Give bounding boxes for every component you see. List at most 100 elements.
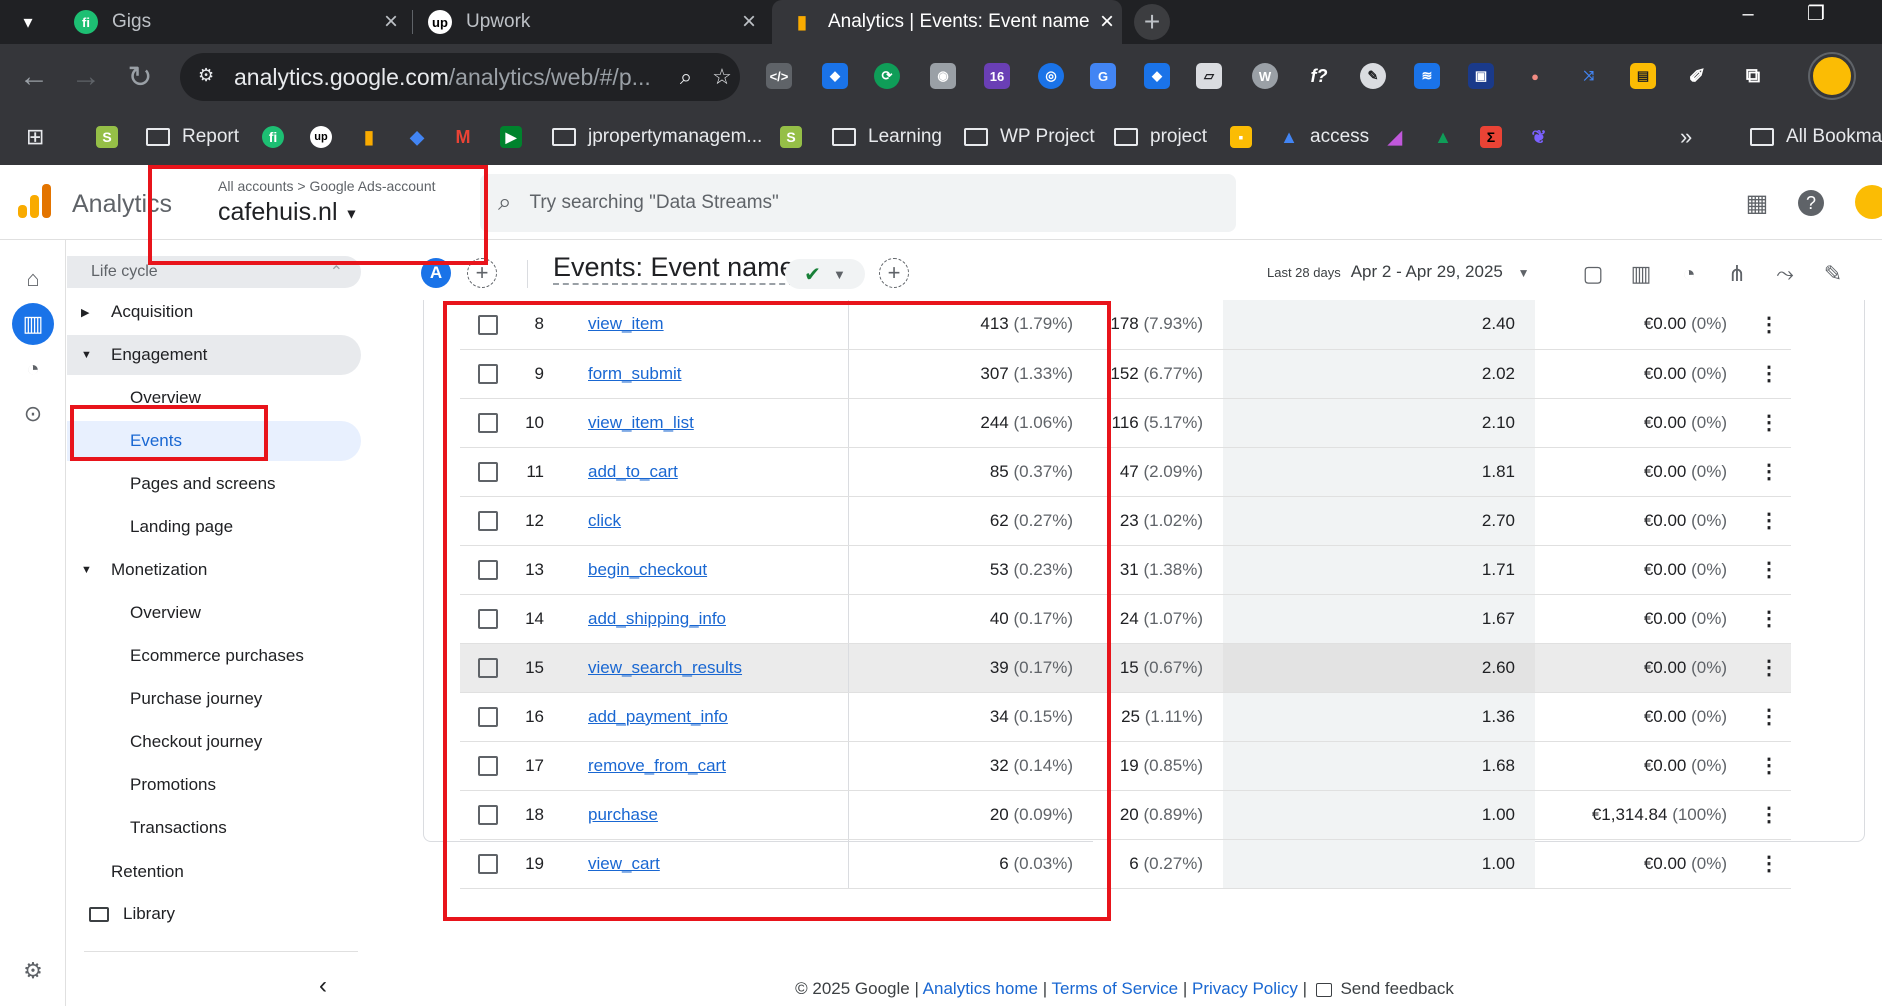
bookmark-tagmanager[interactable]: ◆ — [406, 122, 438, 152]
add-comparison-button[interactable]: + — [467, 258, 497, 288]
nav-item-engagement[interactable]: ▼ Engagement — [67, 335, 361, 375]
event-name-link[interactable]: click — [588, 511, 621, 530]
bookmark-sitekit[interactable]: Σ — [1480, 122, 1512, 152]
nav-item-checkout-journey[interactable]: Checkout journey — [67, 722, 361, 762]
extensions-puzzle-icon[interactable]: ⧉ — [1740, 63, 1766, 89]
event-name-link[interactable]: remove_from_cart — [588, 756, 726, 775]
bookmark-jproperty[interactable]: jpropertymanagem... — [552, 122, 762, 152]
nav-section-lifecycle[interactable]: Life cycle ⌃ — [67, 256, 361, 288]
event-name-link[interactable]: view_item — [588, 314, 664, 333]
nav-item-ecommerce[interactable]: Ecommerce purchases — [67, 636, 361, 676]
event-name-link[interactable]: view_cart — [588, 854, 660, 873]
extension-translate-icon[interactable]: G — [1090, 63, 1116, 89]
explore-icon[interactable]: ◔ — [12, 348, 54, 390]
row-menu-icon[interactable]: ⋮ — [1747, 300, 1791, 350]
nav-item-engagement-overview[interactable]: Overview — [67, 378, 361, 418]
bookmark-upwork[interactable]: up — [310, 122, 342, 152]
event-name-link[interactable]: add_shipping_info — [588, 609, 726, 628]
table-row[interactable]: 11 add_to_cart 85 (0.37%) 47 (2.09%) 1.81 €0.… — [460, 447, 1791, 497]
row-checkbox[interactable] — [478, 363, 498, 384]
extension-eyedropper-icon[interactable]: ✐ — [1684, 63, 1710, 89]
minimize-button[interactable]: – — [1718, 0, 1778, 28]
row-menu-icon[interactable]: ⋮ — [1747, 594, 1791, 644]
compare-columns-icon[interactable]: ▥ — [1627, 260, 1655, 288]
row-checkbox[interactable] — [478, 510, 498, 531]
nav-item-purchase-journey[interactable]: Purchase journey — [67, 679, 361, 719]
bookmark-looker[interactable]: ❦ — [1528, 122, 1560, 152]
nav-item-acquisition[interactable]: ▶ Acquisition — [67, 292, 361, 332]
table-row[interactable]: 12 click 62 (0.27%) 23 (1.02%) 2.70 €0.00 (0%… — [460, 496, 1791, 546]
nav-item-promotions[interactable]: Promotions — [67, 765, 361, 805]
extension-layers-icon[interactable]: ≋ — [1414, 63, 1440, 89]
close-icon[interactable]: × — [1092, 8, 1122, 36]
account-breadcrumb[interactable]: All accounts > Google Ads-account — [218, 178, 436, 194]
reports-icon[interactable]: ▥ — [12, 303, 54, 345]
edit-pencil-icon[interactable]: ✎ — [1819, 260, 1847, 288]
home-icon[interactable]: ⌂ — [12, 258, 54, 300]
event-name-link[interactable]: add_payment_info — [588, 707, 728, 726]
row-menu-icon[interactable]: ⋮ — [1747, 447, 1791, 497]
tab-upwork[interactable]: up Upwork × — [414, 0, 764, 44]
trend-icon[interactable]: ⤳ — [1771, 260, 1799, 288]
extension-tag2-icon[interactable]: ◆ — [1144, 63, 1170, 89]
bookmark-report[interactable]: Report — [146, 122, 239, 152]
table-row[interactable]: 8 view_item 413 (1.79%) 178 (7.93%) 2.40 €0.0… — [460, 300, 1791, 350]
event-name-link[interactable]: view_search_results — [588, 658, 742, 677]
add-report-button[interactable]: + — [879, 258, 909, 288]
table-row[interactable]: 18 purchase 20 (0.09%) 20 (0.89%) 1.00 €1,314… — [460, 790, 1791, 840]
tab-gigs[interactable]: fi Gigs × — [56, 0, 406, 44]
row-menu-icon[interactable]: ⋮ — [1747, 349, 1791, 399]
back-icon[interactable]: ← — [14, 57, 54, 97]
row-checkbox[interactable] — [478, 755, 498, 776]
row-checkbox[interactable] — [478, 853, 498, 874]
event-name-link[interactable]: view_item_list — [588, 413, 694, 432]
event-name-link[interactable]: form_submit — [588, 364, 682, 383]
site-info-icon[interactable]: ⚙ — [198, 65, 222, 89]
bookmark-wp-project[interactable]: WP Project — [964, 122, 1095, 152]
report-title[interactable]: Events: Event name — [553, 252, 795, 285]
table-row[interactable]: 13 begin_checkout 53 (0.23%) 31 (1.38%) 1.71… — [460, 545, 1791, 595]
settings-gear-icon[interactable]: ⚙ — [12, 950, 54, 992]
bookmark-all[interactable]: All Bookmar — [1750, 122, 1882, 152]
nav-item-monetization[interactable]: ▼ Monetization — [67, 550, 361, 590]
table-row[interactable]: 15 view_search_results 39 (0.17%) 15 (0.67%… — [460, 643, 1791, 693]
share-icon[interactable]: ⋔ — [1723, 260, 1751, 288]
bookmark-analytics[interactable]: ▮ — [358, 122, 390, 152]
extension-pill-icon[interactable]: ● — [1522, 63, 1548, 89]
row-menu-icon[interactable]: ⋮ — [1747, 839, 1791, 889]
collapse-icon[interactable]: ⌃ — [330, 262, 343, 282]
new-tab-button[interactable]: + — [1134, 4, 1170, 40]
more-bookmarks-icon[interactable]: » — [1680, 122, 1692, 152]
extension-camera-icon[interactable]: ◉ — [930, 63, 956, 89]
profile-avatar[interactable] — [1810, 54, 1854, 98]
analytics-home-link[interactable]: Analytics home — [923, 979, 1038, 998]
event-name-link[interactable]: begin_checkout — [588, 560, 707, 579]
bookmark-learning[interactable]: Learning — [832, 122, 942, 152]
table-row[interactable]: 10 view_item_list 244 (1.06%) 116 (5.17%) 2.… — [460, 398, 1791, 448]
extension-tag-icon[interactable]: ◆ — [822, 63, 848, 89]
bookmark-keep[interactable]: ▪ — [1230, 122, 1262, 152]
table-row[interactable]: 19 view_cart 6 (0.03%) 6 (0.27%) 1.00 €0.00 (… — [460, 839, 1791, 889]
close-icon[interactable]: × — [734, 8, 764, 36]
nav-item-library[interactable]: Library — [67, 894, 361, 934]
table-row[interactable]: 17 remove_from_cart 32 (0.14%) 19 (0.85%) 1.… — [460, 741, 1791, 791]
event-name-link[interactable]: add_to_cart — [588, 462, 678, 481]
insights-icon[interactable]: ◔ — [1675, 260, 1703, 288]
table-row[interactable]: 16 add_payment_info 34 (0.15%) 25 (1.11%) 1.… — [460, 692, 1791, 742]
row-checkbox[interactable] — [478, 314, 498, 335]
bookmark-drive[interactable]: ▲ — [1432, 122, 1464, 152]
nav-item-monetization-overview[interactable]: Overview — [67, 593, 361, 633]
google-analytics-logo-icon[interactable] — [18, 184, 52, 218]
search-input[interactable]: ⌕ Try searching "Data Streams" — [480, 174, 1236, 232]
report-status-chip[interactable]: ✔ ▼ — [785, 259, 865, 289]
send-feedback-link[interactable]: Send feedback — [1340, 979, 1453, 998]
url-text[interactable]: analytics.google.com/analytics/web/#/p..… — [234, 64, 668, 91]
row-menu-icon[interactable]: ⋮ — [1747, 398, 1791, 448]
row-checkbox[interactable] — [478, 412, 498, 433]
nav-item-pages-screens[interactable]: Pages and screens — [67, 464, 361, 504]
row-checkbox[interactable] — [478, 559, 498, 580]
nav-item-retention[interactable]: Retention — [67, 852, 361, 892]
bookmark-access[interactable]: ▲ access — [1278, 122, 1369, 152]
address-bar[interactable]: ⚙ analytics.google.com/analytics/web/#/p… — [180, 53, 740, 101]
extension-link-icon[interactable]: ⤨ — [1576, 63, 1602, 89]
